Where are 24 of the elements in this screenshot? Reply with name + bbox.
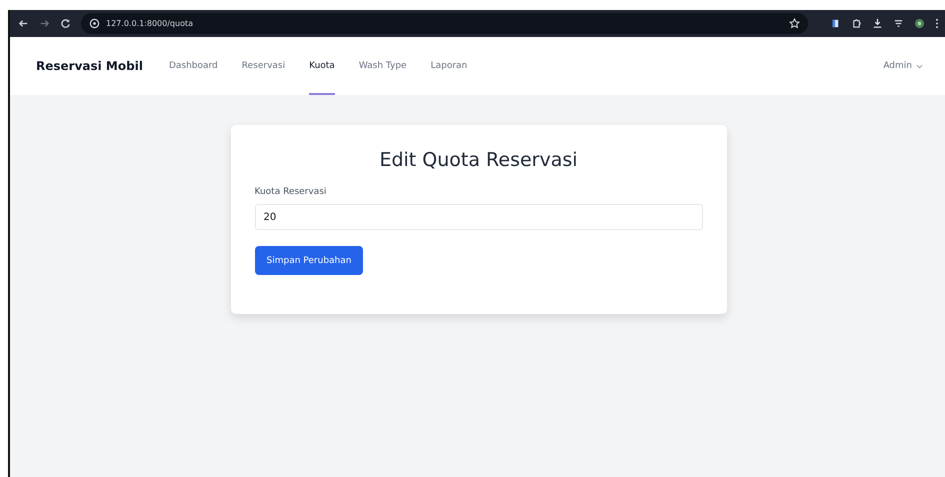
puzzle-icon[interactable]: [851, 18, 862, 29]
star-icon[interactable]: [789, 18, 800, 29]
nav-link[interactable]: Laporan: [430, 37, 468, 95]
extension-icon[interactable]: [830, 18, 841, 29]
url-text: 127.0.0.1:8000/quota: [106, 19, 193, 28]
nav-link[interactable]: Reservasi: [242, 37, 286, 95]
site-info-icon[interactable]: [89, 18, 100, 29]
address-bar[interactable]: 127.0.0.1:8000/quota: [81, 13, 808, 34]
forward-icon[interactable]: [39, 18, 50, 29]
nav-link[interactable]: Dashboard: [168, 37, 218, 95]
download-icon[interactable]: [872, 18, 883, 29]
caret-icon: [916, 64, 923, 68]
save-button[interactable]: Simpan Perubahan: [254, 246, 364, 275]
more-icon[interactable]: [935, 18, 939, 29]
field-label: Kuota Reservasi: [254, 187, 326, 197]
quota-input[interactable]: 20: [254, 204, 702, 230]
nav-link[interactable]: Wash Type: [358, 37, 407, 95]
brand-title[interactable]: Reservasi Mobil: [36, 59, 143, 73]
nav-link[interactable]: Kuota: [309, 37, 335, 95]
back-icon[interactable]: [18, 18, 29, 29]
profile-icon[interactable]: [914, 18, 925, 29]
user-menu[interactable]: Admin: [883, 61, 923, 71]
reload-icon[interactable]: [60, 18, 71, 29]
form-title: Edit Quota Reservasi: [379, 149, 578, 171]
